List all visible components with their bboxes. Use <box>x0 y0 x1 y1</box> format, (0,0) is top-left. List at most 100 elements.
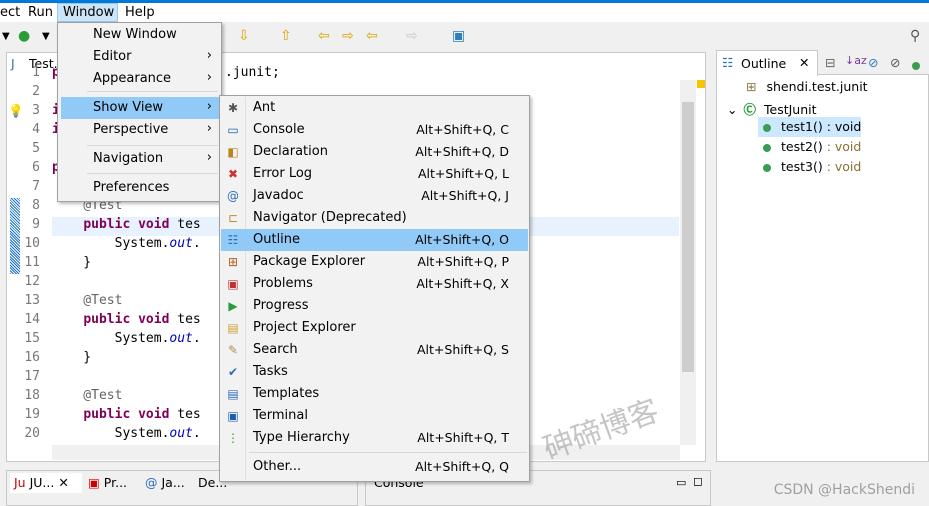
chevron-right-icon: › <box>206 150 212 165</box>
maximize-icon[interactable]: ◻ <box>693 474 703 488</box>
minimize-icon[interactable]: ▭ <box>676 476 686 489</box>
change-marker <box>10 198 20 274</box>
close-icon[interactable]: ✕ <box>58 475 68 490</box>
code-line: System.out. <box>52 331 201 346</box>
window-menu-item[interactable]: Appearance › <box>61 68 220 90</box>
method-name: test3() <box>781 159 823 174</box>
outline-package[interactable]: ⊞ shendi.test.junit <box>746 79 868 94</box>
hide-nonpublic-icon[interactable] <box>912 57 929 72</box>
line-number: 15 <box>24 331 40 346</box>
line-number: 12 <box>24 274 40 289</box>
run-icon[interactable]: ● <box>18 28 30 44</box>
menu-item-label: Perspective <box>93 122 169 137</box>
shortcut-label: Alt+Shift+Q, C <box>416 122 509 137</box>
class-label: TestJunit <box>764 102 817 117</box>
shortcut-label: Alt+Shift+Q, X <box>416 276 509 291</box>
scrollbar-thumb[interactable] <box>682 102 694 372</box>
code-line: public void tes <box>83 217 201 232</box>
code-line: @Test <box>52 388 123 403</box>
tab-problems[interactable]: ▣ Pr... <box>88 473 127 493</box>
method-icon <box>763 123 771 132</box>
forward-icon[interactable]: ⇨ <box>406 28 418 44</box>
show-view-item[interactable]: @ Javadoc Alt+Shift+Q, J <box>221 185 528 207</box>
sort-icon[interactable]: ↓az <box>845 54 867 67</box>
terminal-icon: ▣ <box>227 409 239 423</box>
menu-separator <box>249 452 527 453</box>
menu-item-label: Other... <box>253 459 302 474</box>
menu-item-label: Package Explorer <box>253 254 366 269</box>
hide-fields-icon[interactable]: ⊘ <box>868 55 878 70</box>
show-view-item[interactable]: ⊏ Navigator (Deprecated) <box>221 207 528 229</box>
window-menu-item[interactable]: Navigation › <box>61 148 220 170</box>
show-view-item[interactable]: ◧ Declaration Alt+Shift+Q, D <box>221 141 528 163</box>
forward-edit-icon[interactable]: ⇨ <box>342 28 354 44</box>
show-view-item[interactable]: ▶ Progress <box>221 295 528 317</box>
show-view-item[interactable]: ✔ Tasks <box>221 361 528 383</box>
package-label: shendi.test.junit <box>766 79 868 94</box>
menu-item-label: Navigation <box>93 151 164 166</box>
last-edit-icon[interactable]: ⇦ <box>318 28 330 44</box>
next-annotation-icon[interactable]: ⇩ <box>238 28 250 44</box>
outline-tab-label: Outline <box>741 56 787 71</box>
pin-editor-icon[interactable]: ▣ <box>452 28 465 44</box>
outline-icon: ☷ <box>722 55 734 70</box>
chevron-down-icon[interactable]: ⌄ <box>727 102 737 117</box>
window-menu-item[interactable]: New Window <box>61 24 220 46</box>
dropdown-icon[interactable]: ▼ <box>2 31 10 42</box>
line-number: 17 <box>24 369 40 384</box>
collapse-all-icon[interactable]: ⊟ <box>825 55 835 70</box>
show-view-item[interactable]: ▣ Problems Alt+Shift+Q, X <box>221 273 528 295</box>
console-icon: ▭ <box>227 123 239 137</box>
show-view-item[interactable]: ▤ Templates <box>221 383 528 405</box>
show-view-item[interactable]: ⊞ Package Explorer Alt+Shift+Q, P <box>221 251 528 273</box>
tab-javadoc[interactable]: @ Ja... <box>145 473 185 493</box>
window-menu-item[interactable]: Show View › <box>61 97 220 119</box>
menu-item-label: Ant <box>253 100 276 115</box>
method-type: : void <box>826 119 862 134</box>
show-view-item[interactable]: ✎ Search Alt+Shift+Q, S <box>221 339 528 361</box>
window-menu-item[interactable]: Perspective › <box>61 119 220 141</box>
prev-annotation-icon[interactable]: ⇧ <box>280 28 292 44</box>
outline-method[interactable]: test2() : void <box>763 139 861 154</box>
javadoc-icon: @ <box>145 475 158 490</box>
window-menu-item[interactable]: Preferences <box>61 177 220 199</box>
menu-item-label: New Window <box>93 27 177 42</box>
tab-junit[interactable]: Ju JU... ✕ <box>10 473 82 493</box>
show-view-item[interactable]: ☷ Outline Alt+Shift+Q, O <box>221 229 528 251</box>
outline-class[interactable]: ⌄ Ⓒ TestJunit <box>727 99 817 118</box>
show-view-item[interactable]: ▤ Project Explorer <box>221 317 528 339</box>
menu-item-label: Preferences <box>93 180 170 195</box>
show-view-item[interactable]: ✖ Error Log Alt+Shift+Q, L <box>221 163 528 185</box>
menu-project[interactable]: ect <box>0 5 20 20</box>
method-name: test2() <box>781 139 823 154</box>
menu-run[interactable]: Run <box>28 5 53 20</box>
search-icon[interactable]: ⚲ <box>910 28 920 44</box>
show-view-item[interactable]: ✱ Ant <box>221 97 528 119</box>
show-view-item[interactable]: ⋮ Type Hierarchy Alt+Shift+Q, T <box>221 427 528 449</box>
line-number: 20 <box>24 426 40 441</box>
show-view-item[interactable]: ▭ Console Alt+Shift+Q, C <box>221 119 528 141</box>
menu-separator <box>87 145 218 146</box>
outline-icon: ☷ <box>227 233 239 247</box>
show-view-item[interactable]: ▣ Terminal <box>221 405 528 427</box>
menu-window[interactable]: Window <box>57 3 118 22</box>
dropdown-icon[interactable]: ▼ <box>42 31 50 42</box>
code-line: System.out. <box>52 426 201 441</box>
outline-tab[interactable]: ☷ Outline ✕ <box>716 50 818 76</box>
shortcut-label: Alt+Shift+Q, P <box>417 254 509 269</box>
javadoc-icon: @ <box>227 189 239 203</box>
show-view-item[interactable]: Other... Alt+Shift+Q, Q <box>221 456 528 478</box>
code-fragment: .junit; <box>225 65 280 80</box>
menu-help[interactable]: Help <box>125 5 155 20</box>
window-menu-item[interactable]: Editor › <box>61 46 220 68</box>
close-icon[interactable]: ✕ <box>799 55 809 70</box>
ant-icon: ✱ <box>227 101 239 115</box>
line-number: 14 <box>24 312 40 327</box>
chevron-right-icon: › <box>206 70 212 85</box>
menu-item-label: Editor <box>93 49 132 64</box>
outline-method[interactable]: test3() : void <box>763 159 861 174</box>
shortcut-label: Alt+Shift+Q, O <box>415 232 509 247</box>
back-icon[interactable]: ⇦ <box>366 28 378 44</box>
outline-method[interactable]: test1() : void <box>758 117 861 137</box>
hide-static-icon[interactable]: ⊘ <box>890 55 900 70</box>
